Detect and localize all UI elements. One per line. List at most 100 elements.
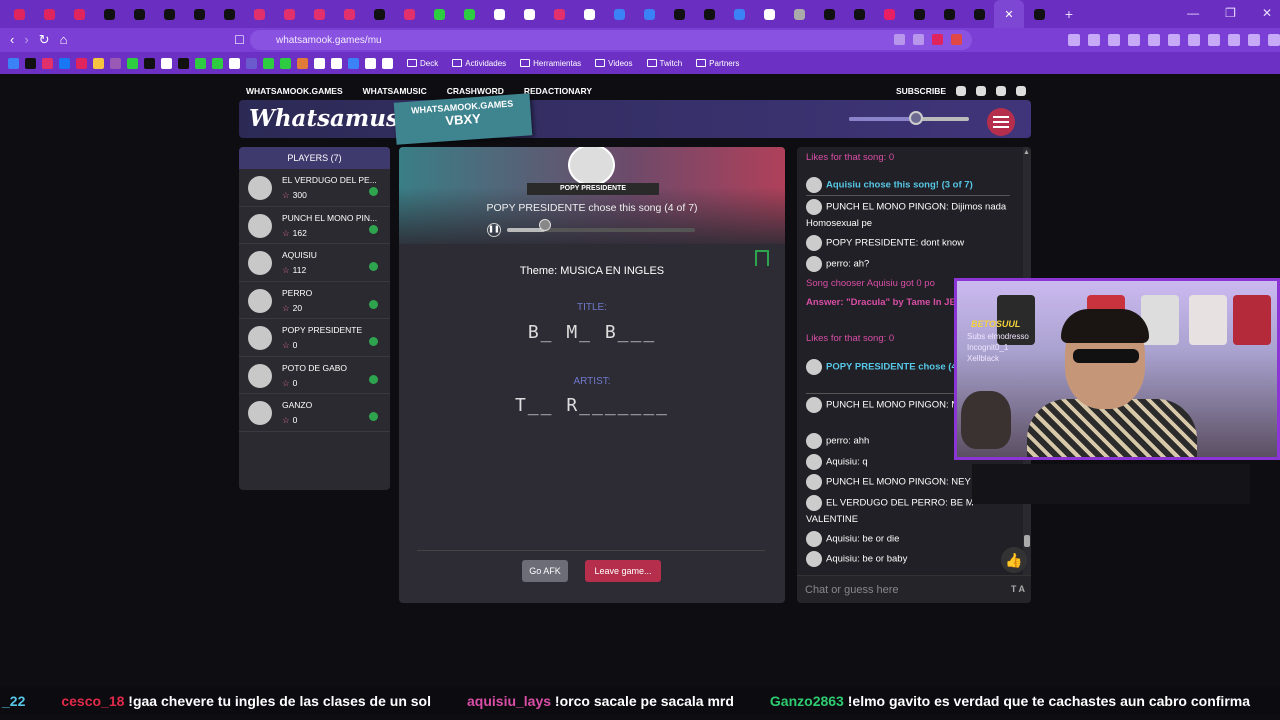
browser-tab[interactable] (424, 0, 454, 28)
player-row[interactable]: AQUISIU ☆ 112 (239, 244, 390, 282)
browser-tab[interactable] (934, 0, 964, 28)
bookmark-folder[interactable]: Twitch (646, 59, 682, 68)
volume-slider[interactable] (849, 111, 969, 125)
bookmark-favicon-icon[interactable] (42, 57, 53, 69)
bookmark-favicon-icon[interactable] (246, 57, 257, 69)
browser-tab[interactable] (124, 0, 154, 28)
volume-knob[interactable] (909, 111, 923, 125)
bookmark-favicon-icon[interactable] (263, 57, 274, 69)
browser-tab[interactable] (94, 0, 124, 28)
browser-tab[interactable] (514, 0, 544, 28)
player-row[interactable]: POPY PRESIDENTE ☆ 0 (239, 319, 390, 357)
toolbar-icon[interactable] (1248, 34, 1260, 46)
bookmark-folder[interactable]: Videos (595, 59, 633, 68)
browser-tab[interactable] (904, 0, 934, 28)
bookmark-favicon-icon[interactable] (110, 57, 121, 69)
player-row[interactable]: PERRO ☆ 20 (239, 282, 390, 319)
toolbar-icon[interactable] (1208, 34, 1220, 46)
go-afk-button[interactable]: Go AFK (522, 560, 568, 582)
reload-icon[interactable]: ↻ (39, 32, 50, 48)
browser-tab[interactable] (844, 0, 874, 28)
close-window-icon[interactable]: ✕ (1262, 6, 1272, 20)
restore-icon[interactable]: ❐ (1225, 6, 1236, 20)
bookmark-favicon-icon[interactable] (365, 57, 376, 69)
pause-icon[interactable]: ❚❚ (487, 223, 501, 237)
browser-tab[interactable] (364, 0, 394, 28)
close-tab-icon[interactable]: ✕ (1004, 8, 1013, 21)
bookmark-favicon-icon[interactable] (297, 57, 308, 69)
nav-link-crashword[interactable]: CRASHWORD (447, 86, 504, 96)
toolbar-icon[interactable] (1168, 34, 1180, 46)
url-field[interactable]: ☐ whatsamook.games/mu (234, 30, 972, 50)
active-tab[interactable]: ✕ (994, 0, 1024, 28)
like-thumb-icon[interactable]: 👍 (1001, 547, 1027, 573)
browser-tab[interactable] (634, 0, 664, 28)
browser-tab[interactable] (454, 0, 484, 28)
alert-icon[interactable] (951, 34, 962, 45)
bookmark-favicon-icon[interactable] (178, 57, 189, 69)
chat-input[interactable] (805, 582, 1001, 598)
tiktok-icon[interactable] (996, 86, 1006, 96)
bookmark-favicon-icon[interactable] (161, 57, 172, 69)
browser-tab[interactable] (874, 0, 904, 28)
toolbar-icon[interactable] (1148, 34, 1160, 46)
bookmark-favicon-icon[interactable] (59, 57, 70, 69)
share-icon[interactable] (913, 34, 924, 45)
player-row[interactable]: GANZO ☆ 0 (239, 394, 390, 432)
toolbar-icon[interactable] (1188, 34, 1200, 46)
browser-tab[interactable] (64, 0, 94, 28)
nav-link-redactionary[interactable]: REDACTIONARY (524, 86, 592, 96)
toolbar-icon[interactable] (1068, 34, 1080, 46)
bookmark-favicon-icon[interactable] (93, 57, 104, 69)
browser-tab[interactable] (544, 0, 574, 28)
toolbar-icon[interactable] (1228, 34, 1240, 46)
bookmark-favicon-icon[interactable] (76, 57, 87, 69)
toolbar-icon[interactable] (1088, 34, 1100, 46)
bookmark-folder[interactable]: Herramientas (520, 59, 581, 68)
bookmark-favicon-icon[interactable] (382, 57, 393, 69)
bookmark-favicon-icon[interactable] (348, 57, 359, 69)
browser-tab[interactable] (214, 0, 244, 28)
browser-tab[interactable] (4, 0, 34, 28)
browser-tab[interactable] (604, 0, 634, 28)
scroll-thumb[interactable] (1024, 535, 1030, 547)
text-format-button[interactable]: T A (1011, 584, 1025, 594)
bookmark-favicon-icon[interactable] (8, 57, 19, 69)
toolbar-icon[interactable] (1108, 34, 1120, 46)
browser-tab[interactable] (154, 0, 184, 28)
player-row[interactable]: POTO DE GABO ☆ 0 (239, 357, 390, 394)
zoom-icon[interactable] (894, 34, 905, 45)
progress-bar[interactable] (507, 228, 695, 232)
bookmark-favicon-icon[interactable] (212, 57, 223, 69)
browser-tab[interactable] (964, 0, 994, 28)
browser-tab[interactable] (784, 0, 814, 28)
bookmark-favicon-icon[interactable] (144, 57, 155, 69)
bookmark-favicon-icon[interactable] (195, 57, 206, 69)
browser-tab[interactable] (694, 0, 724, 28)
bookmark-star-icon[interactable]: ☐ (234, 33, 245, 47)
browser-tab[interactable] (34, 0, 64, 28)
minimize-icon[interactable]: — (1187, 6, 1199, 20)
scroll-up-icon[interactable]: ▲ (1023, 149, 1030, 156)
browser-tab[interactable] (814, 0, 844, 28)
browser-tab[interactable] (484, 0, 514, 28)
leave-game-button[interactable]: Leave game... (585, 560, 661, 582)
browser-tab[interactable] (304, 0, 334, 28)
nav-link-whatsamusic[interactable]: WHATSAMUSIC (363, 86, 427, 96)
bookmark-favicon-icon[interactable] (280, 57, 291, 69)
discord-icon[interactable] (1016, 86, 1026, 96)
browser-tab[interactable] (754, 0, 784, 28)
back-icon[interactable]: ‹ (10, 32, 14, 48)
bookmark-folder[interactable]: Deck (407, 59, 438, 68)
browser-tab[interactable] (334, 0, 364, 28)
player-row[interactable]: EL VERDUGO DEL PE... ☆ 300 (239, 169, 390, 207)
bookmark-favicon-icon[interactable] (229, 57, 240, 69)
forward-icon[interactable]: › (24, 32, 28, 48)
bookmark-favicon-icon[interactable] (127, 57, 138, 69)
browser-tab[interactable] (664, 0, 694, 28)
browser-tab[interactable] (394, 0, 424, 28)
player-row[interactable]: PUNCH EL MONO PIN... ☆ 162 (239, 207, 390, 244)
bookmark-favicon-icon[interactable] (25, 57, 36, 69)
browser-tab[interactable] (1024, 0, 1054, 28)
bookmark-favicon-icon[interactable] (331, 57, 342, 69)
